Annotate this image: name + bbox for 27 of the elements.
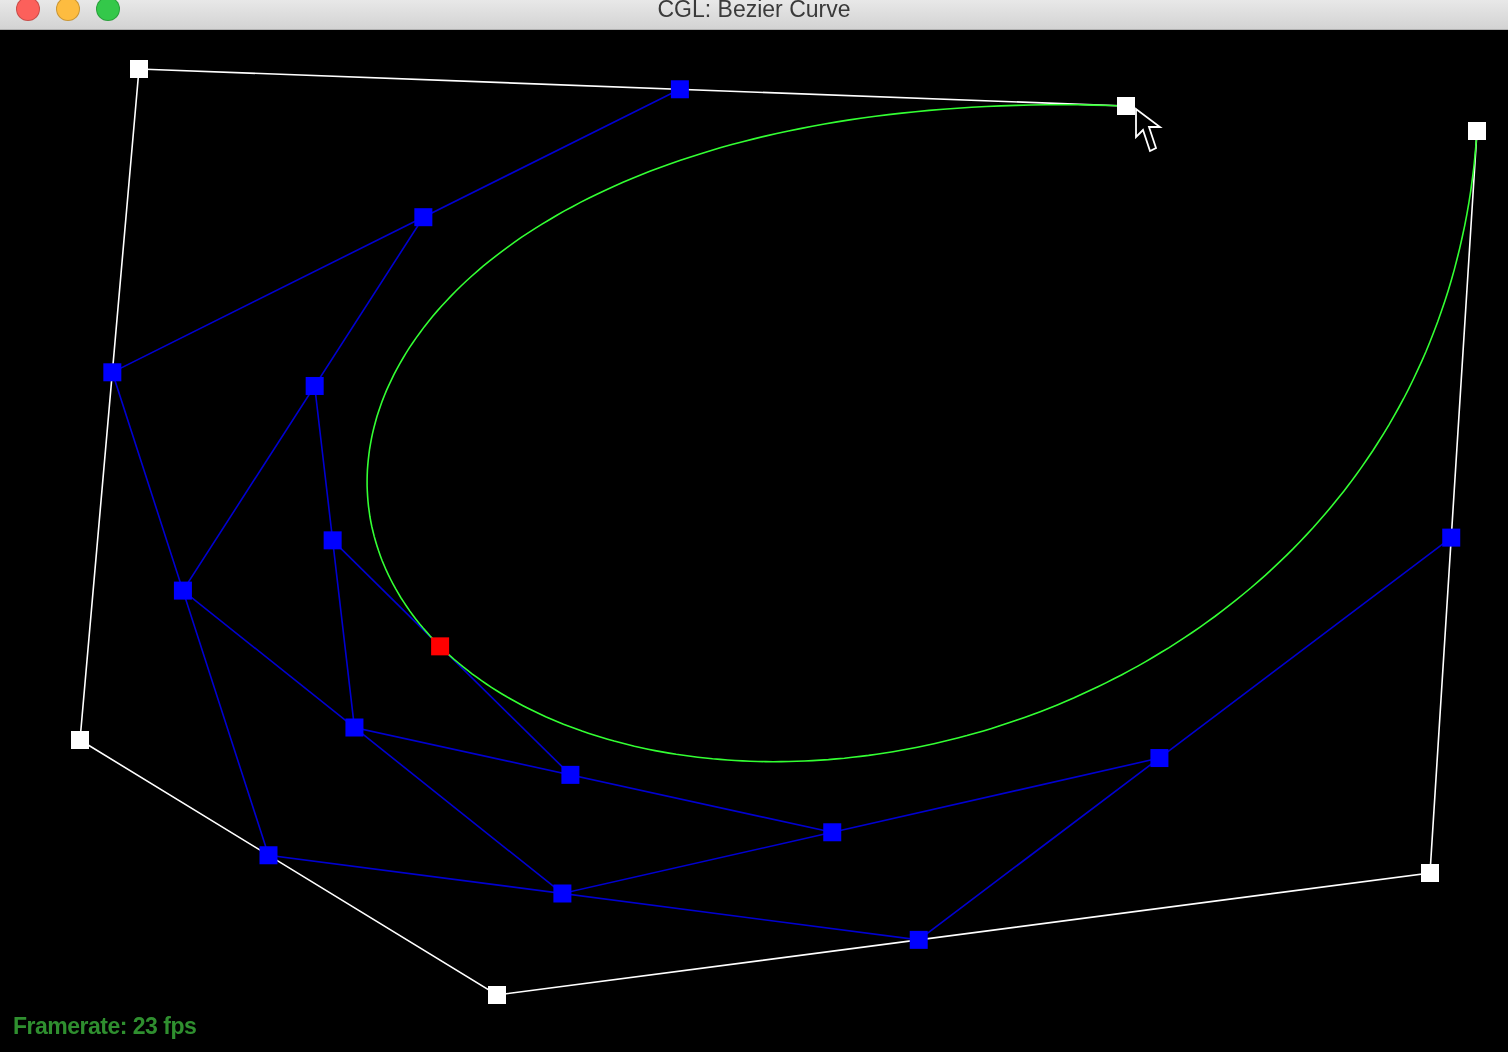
construction-point	[103, 363, 122, 382]
minimize-button[interactable]	[56, 0, 80, 21]
construction-point	[345, 718, 364, 737]
construction-point	[823, 823, 842, 842]
construction-point	[173, 581, 192, 600]
window-title: CGL: Bezier Curve	[657, 0, 851, 20]
construction-point	[670, 80, 689, 99]
cursor-icon	[1135, 107, 1163, 153]
construction-point	[1150, 749, 1169, 768]
control-point[interactable]	[1468, 122, 1486, 140]
construction-point	[305, 376, 324, 395]
control-point[interactable]	[1421, 864, 1439, 882]
curve-point	[431, 637, 450, 656]
zoom-button[interactable]	[96, 0, 120, 21]
control-point[interactable]	[1117, 97, 1135, 115]
construction-point	[561, 765, 580, 784]
control-point[interactable]	[71, 731, 89, 749]
framerate-text: Framerate: 23 fps	[13, 1011, 197, 1041]
control-point[interactable]	[130, 60, 148, 78]
construction-point	[259, 846, 278, 865]
close-button[interactable]	[16, 0, 40, 21]
construction-point	[553, 884, 572, 903]
construction-point	[323, 531, 342, 550]
construction-point	[1442, 528, 1461, 547]
construction-point	[414, 208, 433, 227]
construction-point	[909, 930, 928, 949]
control-point[interactable]	[488, 986, 506, 1004]
